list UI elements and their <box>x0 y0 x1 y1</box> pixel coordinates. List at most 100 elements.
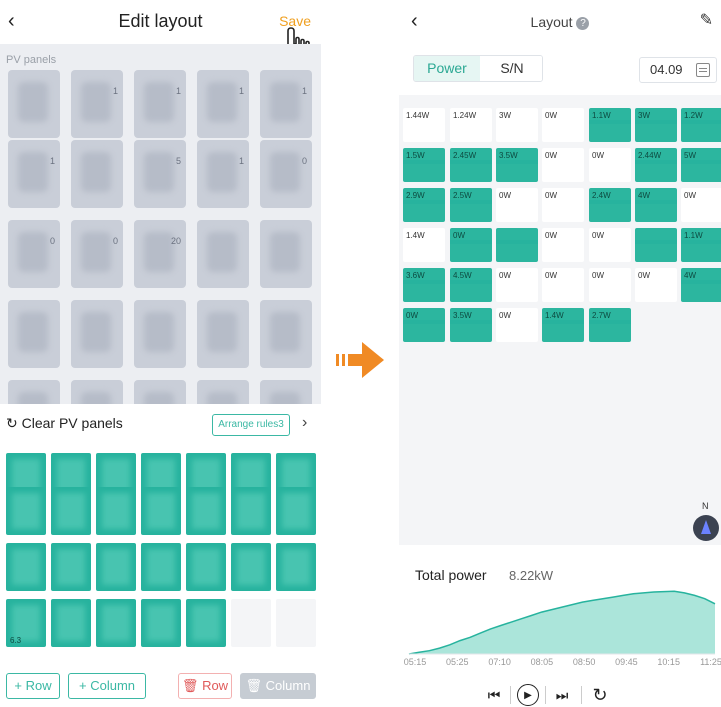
panel-cell[interactable]: 3W <box>635 108 677 142</box>
empty-slot[interactable] <box>276 599 316 647</box>
grid-panel[interactable] <box>6 543 46 591</box>
tab-sn[interactable]: S/N <box>480 56 542 81</box>
panel-cell[interactable]: 0W <box>542 108 584 142</box>
grid-panel[interactable] <box>96 599 136 647</box>
grid-panel[interactable] <box>276 543 316 591</box>
panel-cell[interactable]: 0W <box>542 188 584 222</box>
edit-icon[interactable]: ✎ <box>700 10 713 30</box>
panel-cell[interactable]: 1.4W <box>403 228 445 262</box>
arrange-rules-button[interactable]: Arrange rules3 <box>212 414 290 436</box>
grid-panel[interactable] <box>6 487 46 535</box>
grid-panel[interactable]: 6.3 <box>6 599 46 647</box>
panel-cell[interactable]: 5W <box>681 148 721 182</box>
panel-cell[interactable]: 0W <box>542 148 584 182</box>
play-icon[interactable]: ▶ <box>517 684 539 706</box>
panel-cell[interactable]: 0W <box>589 148 631 182</box>
grid-panel[interactable] <box>186 599 226 647</box>
panel-cell[interactable]: 4W <box>681 268 721 302</box>
grid-panel[interactable] <box>231 487 271 535</box>
delete-row-button[interactable]: 🗑 Row <box>178 673 232 699</box>
panel-cell[interactable]: 3.6W <box>403 268 445 302</box>
panel-cell[interactable]: 1.1W <box>681 228 721 262</box>
panel-cell[interactable]: 0W <box>496 268 538 302</box>
pv-panel-tile[interactable] <box>8 380 60 404</box>
panel-cell[interactable]: 0W <box>496 308 538 342</box>
pv-panel-tile[interactable] <box>71 140 123 208</box>
pv-panel-tile[interactable]: 5 <box>134 140 186 208</box>
panel-cell[interactable]: 2.4W <box>589 188 631 222</box>
pv-panel-tile[interactable] <box>260 220 312 288</box>
empty-slot[interactable] <box>231 599 271 647</box>
panel-cell[interactable]: 3.5W <box>496 148 538 182</box>
add-row-button[interactable]: + Row <box>6 673 60 699</box>
pv-panel-tile[interactable] <box>8 300 60 368</box>
previous-icon[interactable]: ⏮ <box>483 684 505 706</box>
pv-panel-tile[interactable] <box>197 220 249 288</box>
clear-pv-panels-button[interactable]: ↻ Clear PV panels <box>6 415 123 432</box>
grid-panel[interactable] <box>141 543 181 591</box>
pv-panel-tile[interactable] <box>197 300 249 368</box>
panel-cell[interactable]: 1.44W <box>403 108 445 142</box>
pv-panel-tile[interactable]: 1 <box>197 140 249 208</box>
pv-panel-tile[interactable] <box>71 380 123 404</box>
panel-cell[interactable]: 2.7W <box>589 308 631 342</box>
panel-cell[interactable]: 0W <box>403 308 445 342</box>
panel-cell[interactable]: 3W <box>496 108 538 142</box>
pv-panel-tile[interactable] <box>71 300 123 368</box>
date-picker[interactable]: 04.09 <box>639 57 717 83</box>
panel-cell[interactable]: 1.24W <box>450 108 492 142</box>
panel-cell[interactable]: 0W <box>496 188 538 222</box>
panel-cell[interactable]: 1.1W <box>589 108 631 142</box>
panel-cell[interactable]: 1.5W <box>403 148 445 182</box>
panel-cell[interactable] <box>635 228 677 262</box>
panel-cell[interactable]: 2.45W <box>450 148 492 182</box>
grid-panel[interactable] <box>51 487 91 535</box>
panel-cell[interactable]: 2.44W <box>635 148 677 182</box>
pv-panel-tile[interactable]: 1 <box>260 70 312 138</box>
delete-column-button[interactable]: 🗑 Column <box>240 673 316 699</box>
pv-panel-tile[interactable]: 1 <box>197 70 249 138</box>
pv-panel-tile[interactable] <box>8 70 60 138</box>
panel-cell[interactable]: 0W <box>589 268 631 302</box>
tab-power[interactable]: Power <box>414 56 480 81</box>
panel-cell[interactable]: 2.9W <box>403 188 445 222</box>
panel-cell[interactable]: 1.2W <box>681 108 721 142</box>
pv-panel-tile[interactable]: 0 <box>8 220 60 288</box>
pv-panel-tile[interactable] <box>197 380 249 404</box>
panel-cell[interactable]: 0W <box>635 268 677 302</box>
pv-panel-tile[interactable] <box>134 300 186 368</box>
grid-panel[interactable] <box>51 543 91 591</box>
panel-cell[interactable]: 0W <box>681 188 721 222</box>
pv-panel-tile[interactable]: 1 <box>134 70 186 138</box>
grid-panel[interactable] <box>141 487 181 535</box>
grid-panel[interactable] <box>186 487 226 535</box>
pv-panel-tile[interactable]: 20 <box>134 220 186 288</box>
pv-panel-tile[interactable] <box>260 300 312 368</box>
pv-panel-tile[interactable] <box>134 380 186 404</box>
chevron-right-icon[interactable]: › <box>302 414 307 432</box>
panel-cell[interactable]: 3.5W <box>450 308 492 342</box>
grid-panel[interactable] <box>276 487 316 535</box>
panel-cell[interactable] <box>496 228 538 262</box>
pv-panel-tile[interactable]: 0 <box>260 140 312 208</box>
grid-panel[interactable] <box>96 487 136 535</box>
help-icon[interactable]: ? <box>576 17 590 30</box>
panel-cell[interactable]: 4W <box>635 188 677 222</box>
panel-cell[interactable]: 0W <box>542 268 584 302</box>
panel-cell[interactable]: 0W <box>450 228 492 262</box>
panel-cell[interactable]: 0W <box>589 228 631 262</box>
grid-panel[interactable] <box>141 599 181 647</box>
grid-panel[interactable] <box>96 543 136 591</box>
panel-cell[interactable]: 0W <box>542 228 584 262</box>
pv-panel-tile[interactable]: 1 <box>71 70 123 138</box>
next-icon[interactable]: ⏭ <box>551 684 573 706</box>
grid-panel[interactable] <box>51 599 91 647</box>
pv-panel-tile[interactable] <box>260 380 312 404</box>
grid-panel[interactable] <box>231 543 271 591</box>
add-column-button[interactable]: + Column <box>68 673 146 699</box>
pv-panel-tile[interactable]: 0 <box>71 220 123 288</box>
panel-cell[interactable]: 4.5W <box>450 268 492 302</box>
pv-panel-tile[interactable]: 1 <box>8 140 60 208</box>
panel-cell[interactable]: 1.4W <box>542 308 584 342</box>
grid-panel[interactable] <box>186 543 226 591</box>
